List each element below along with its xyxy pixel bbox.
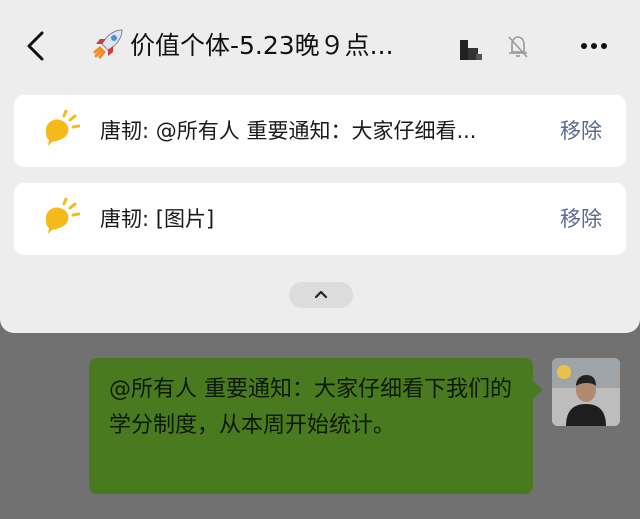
avatar[interactable] [552, 358, 620, 426]
message-bubble[interactable]: @所有人 重要通知：大家仔细看下我们的学分制度，从本周开始统计。 [89, 358, 533, 494]
pinned-content: [图片] [155, 207, 215, 231]
pinned-sender: 唐韧: [100, 207, 156, 231]
chat-header: 价值个体-5.23晚９点... [0, 0, 640, 92]
pinned-content: @所有人 重要通知：大家仔细看... [155, 119, 477, 143]
pinned-message-card[interactable]: 唐韧: [图片] 移除 [14, 183, 626, 255]
rocket-icon [93, 29, 123, 59]
sun-avatar-icon [46, 110, 80, 146]
redaction-block [460, 40, 482, 60]
pinned-message-text: 唐韧: @所有人 重要通知：大家仔细看... [100, 95, 540, 167]
pinned-message-text: 唐韧: [图片] [100, 183, 540, 255]
pinned-message-card[interactable]: 唐韧: @所有人 重要通知：大家仔细看... 移除 [14, 95, 626, 167]
chat-title-text: 价值个体-5.23晚９点... [130, 31, 394, 60]
sun-avatar-icon [46, 198, 80, 234]
remove-pin-button[interactable]: 移除 [560, 183, 602, 255]
user-photo [552, 358, 620, 426]
collapse-button[interactable] [289, 282, 353, 308]
bubble-tail [533, 381, 543, 399]
remove-pin-button[interactable]: 移除 [560, 95, 602, 167]
message-text: @所有人 重要通知：大家仔细看下我们的学分制度，从本周开始统计。 [109, 377, 512, 438]
chat-title: 价值个体-5.23晚９点... [92, 26, 432, 66]
pinned-messages-panel: 价值个体-5.23晚９点... 唐韧: @所有人 重要通知：大家仔细看... 移… [0, 0, 640, 333]
chevron-up-icon [314, 290, 328, 299]
more-options-icon[interactable] [578, 36, 610, 56]
back-arrow-icon[interactable] [22, 30, 50, 62]
mute-bell-icon [508, 36, 528, 58]
pinned-sender: 唐韧: [100, 119, 156, 143]
